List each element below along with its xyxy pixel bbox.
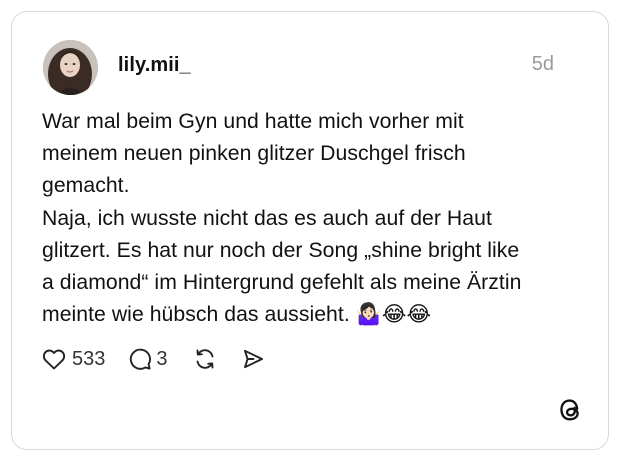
post-time: 5d [531,53,554,75]
heart-icon [42,349,66,370]
post-text: War mal beim Gyn und hatte mich vorher m… [42,106,562,331]
post-text-line: a diamond“ im Hintergrund gefehlt als me… [42,271,522,295]
like-button[interactable]: 533 [42,348,105,371]
reply-button[interactable]: 3 [128,347,168,371]
repost-icon [196,349,213,369]
action-bar: 533 3 [42,344,265,374]
username[interactable]: lily.mii_ [118,54,191,77]
send-icon [243,349,263,369]
post-card: lily.mii_ 5d War mal beim Gyn und hatte … [11,11,609,450]
post-emojis: 🤷🏻‍♀️😂😂 [355,303,432,327]
post-text-line: meinem neuen pinken glitzer Duschgel fri… [42,142,466,166]
post-text-line: meinte wie hübsch das aussieht. [42,303,350,327]
like-count: 533 [72,347,106,370]
post-text-line: War mal beim Gyn und hatte mich vorher m… [42,110,464,133]
avatar[interactable] [43,40,98,95]
share-button[interactable] [241,347,265,371]
comment-icon [130,348,152,370]
threads-logo-icon[interactable] [556,395,584,425]
post-text-line: Naja, ich wusste nicht das es auch auf d… [42,206,492,230]
avatar-image [43,40,98,95]
repost-button[interactable] [193,347,217,371]
post-text-line: gemacht. [42,174,130,198]
post-text-line: glitzert. Es hat nur noch der Song „shin… [42,238,520,262]
reply-count: 3 [156,347,168,370]
post-text-last-line: meinte wie hübsch das aussieht. 🤷🏻‍♀️😂😂 [42,299,562,331]
